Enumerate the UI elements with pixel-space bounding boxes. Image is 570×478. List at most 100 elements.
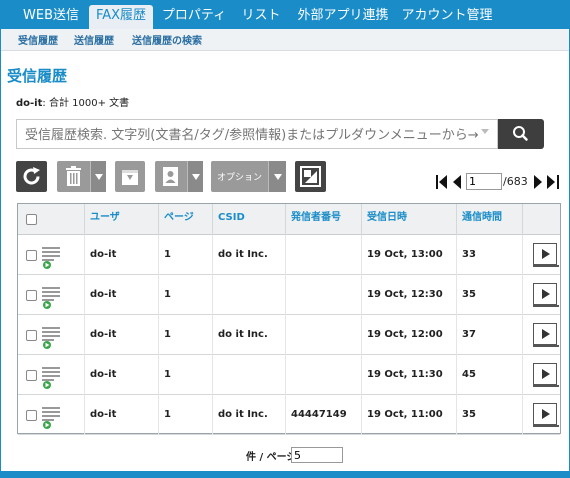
- tab-web-send[interactable]: WEB送信: [17, 5, 85, 29]
- subnav-sent-history[interactable]: 送信履歴: [74, 32, 114, 47]
- search-box: [16, 119, 498, 149]
- preview-play-button[interactable]: [533, 323, 559, 347]
- column-header-preview: [523, 204, 560, 235]
- cell-caller-number: [286, 275, 362, 315]
- chevron-down-icon: [95, 174, 103, 180]
- fax-document-icon: [42, 367, 60, 389]
- first-page-icon[interactable]: [436, 175, 448, 189]
- fax-document-icon: [42, 407, 60, 429]
- archive-icon: [122, 170, 138, 185]
- preview-play-button[interactable]: [533, 403, 559, 427]
- select-all-checkbox[interactable]: [26, 214, 37, 225]
- cell-duration: 45: [457, 355, 523, 395]
- cell-received-at: 19 Oct, 11:30: [362, 355, 457, 395]
- cell-user: do-it: [85, 355, 159, 395]
- cell-preview: [523, 355, 560, 395]
- column-header-duration[interactable]: 通信時間: [457, 204, 523, 235]
- tab-list[interactable]: リスト: [237, 5, 285, 29]
- footer-bar: [1, 471, 569, 477]
- cell-caller-number: [286, 355, 362, 395]
- subnav-received-history[interactable]: 受信履歴: [18, 32, 58, 47]
- preview-play-button[interactable]: [533, 283, 559, 307]
- refresh-button[interactable]: [16, 161, 47, 192]
- received-fax-table: ユーザ ページ CSID 発信者番号 受信日時 通信時間 do-it 1 do it…: [17, 203, 561, 435]
- cell-received-at: 19 Oct, 13:00: [362, 235, 457, 275]
- cell-pages: 1: [159, 355, 213, 395]
- row-checkbox[interactable]: [26, 330, 37, 341]
- search-input[interactable]: [25, 126, 481, 144]
- cell-pages: 1: [159, 395, 213, 435]
- cell-csid: [213, 275, 286, 315]
- fax-document-icon: [42, 247, 60, 269]
- sub-nav: 受信履歴 送信履歴 送信履歴の検索: [1, 29, 569, 51]
- subnav-sent-history-search[interactable]: 送信履歴の検索: [132, 32, 202, 47]
- per-page-input[interactable]: [291, 447, 343, 463]
- column-header-csid[interactable]: CSID: [213, 204, 286, 235]
- table-row[interactable]: do-it 1 do it Inc. 19 Oct, 12:00 37: [18, 315, 560, 355]
- header-select-cell: [18, 204, 85, 235]
- cell-received-at: 19 Oct, 12:30: [362, 275, 457, 315]
- preview-play-button[interactable]: [533, 363, 559, 387]
- contact-button[interactable]: [155, 161, 203, 192]
- contact-dropdown-toggle[interactable]: [187, 161, 203, 192]
- cell-preview: [523, 275, 560, 315]
- preview-play-button[interactable]: [533, 243, 559, 267]
- column-header-user[interactable]: ユーザ: [85, 204, 159, 235]
- cell-received-at: 19 Oct, 12:00: [362, 315, 457, 355]
- search-icon: [513, 126, 528, 141]
- cell-csid: do it Inc.: [213, 315, 286, 355]
- fax-document-icon: [42, 327, 60, 349]
- page-title: 受信履歴: [7, 67, 68, 85]
- next-page-icon[interactable]: [534, 175, 543, 189]
- cell-caller-number: [286, 315, 362, 355]
- table-row[interactable]: do-it 1 do it Inc. 44447149 19 Oct, 11:00 35: [18, 395, 560, 435]
- cell-caller-number: 44447149: [286, 395, 362, 435]
- archive-button[interactable]: [115, 161, 145, 192]
- refresh-icon: [23, 167, 40, 185]
- fax-document-icon: [42, 287, 60, 309]
- contact-card-icon: [163, 167, 178, 186]
- row-checkbox[interactable]: [26, 410, 37, 421]
- chevron-down-icon: [274, 174, 282, 180]
- cell-duration: 33: [457, 235, 523, 275]
- cell-pages: 1: [159, 235, 213, 275]
- cell-received-at: 19 Oct, 11:00: [362, 395, 457, 435]
- options-button[interactable]: オプション: [211, 161, 286, 192]
- page-number-input[interactable]: [466, 173, 502, 190]
- chevron-down-icon: [192, 174, 200, 180]
- row-select-cell: [18, 315, 85, 355]
- row-checkbox[interactable]: [26, 370, 37, 381]
- column-header-pages[interactable]: ページ: [159, 204, 213, 235]
- options-dropdown-toggle[interactable]: [268, 161, 286, 192]
- cell-user: do-it: [85, 395, 159, 435]
- account-name: do-it: [16, 98, 43, 109]
- row-checkbox[interactable]: [26, 250, 37, 261]
- column-header-received-at[interactable]: 受信日時: [362, 204, 457, 235]
- tab-properties[interactable]: プロパティ: [159, 5, 229, 29]
- page-total: /683: [503, 175, 528, 188]
- cell-preview: [523, 315, 560, 355]
- table-row[interactable]: do-it 1 19 Oct, 12:30 35: [18, 275, 560, 315]
- edit-image-button[interactable]: [295, 161, 326, 192]
- tab-external-apps[interactable]: 外部アプリ連携: [295, 5, 391, 29]
- cell-user: do-it: [85, 275, 159, 315]
- search-dropdown-icon[interactable]: [481, 129, 489, 134]
- delete-dropdown-toggle[interactable]: [90, 161, 106, 192]
- document-summary: do-it: 合計 1000+ 文書: [16, 94, 129, 109]
- row-select-cell: [18, 235, 85, 275]
- tab-fax-history[interactable]: FAX履歴: [89, 5, 153, 29]
- delete-button[interactable]: [57, 161, 106, 192]
- table-row[interactable]: do-it 1 do it Inc. 19 Oct, 13:00 33: [18, 235, 560, 275]
- tab-account-management[interactable]: アカウント管理: [399, 5, 495, 29]
- row-checkbox[interactable]: [26, 290, 37, 301]
- cell-csid: do it Inc.: [213, 395, 286, 435]
- document-count: : 合計 1000+ 文書: [42, 98, 130, 109]
- last-page-icon[interactable]: [547, 175, 559, 189]
- per-page-label: 件 / ページ: [246, 452, 297, 463]
- search-button[interactable]: [498, 119, 544, 149]
- prev-page-icon[interactable]: [452, 175, 461, 189]
- table-row[interactable]: do-it 1 19 Oct, 11:30 45: [18, 355, 560, 395]
- cell-preview: [523, 395, 560, 435]
- column-header-caller-number[interactable]: 発信者番号: [286, 204, 362, 235]
- cell-duration: 37: [457, 315, 523, 355]
